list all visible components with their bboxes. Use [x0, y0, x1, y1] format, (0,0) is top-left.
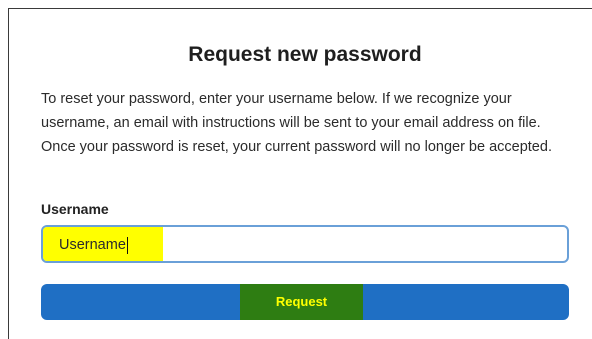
username-input-value: Username — [59, 237, 126, 253]
request-button-label: Request — [275, 294, 328, 309]
instructions-text: To reset your password, enter your usern… — [41, 91, 552, 155]
page-title: Request new password — [188, 43, 422, 66]
password-reset-panel: Request new password To reset your passw… — [0, 0, 592, 339]
panel-border-left — [8, 8, 9, 339]
text-caret — [126, 236, 128, 254]
username-label: Username — [41, 201, 109, 217]
request-button[interactable]: Request — [41, 284, 569, 320]
panel-border-top — [8, 8, 592, 9]
username-input[interactable]: Username — [59, 227, 128, 261]
username-field[interactable]: Username — [41, 225, 569, 263]
